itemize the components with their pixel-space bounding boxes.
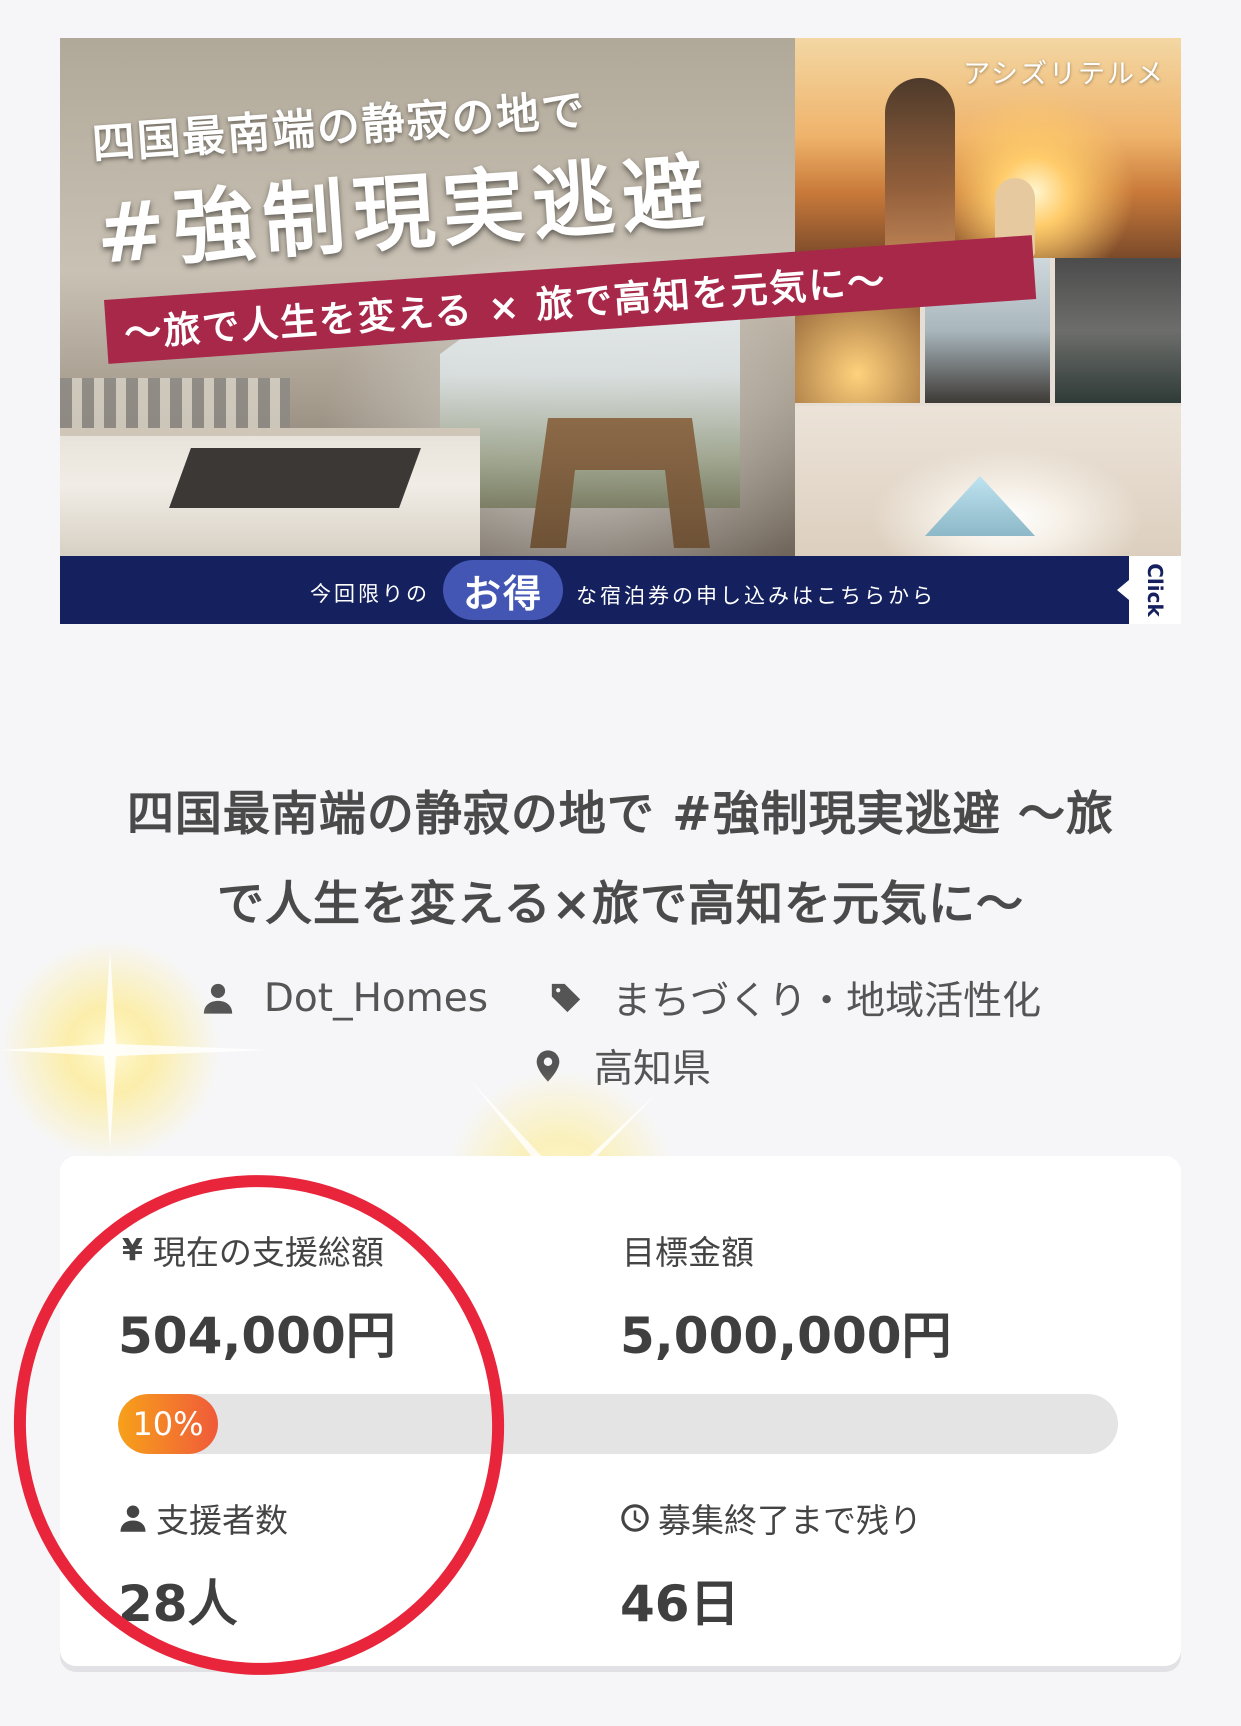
remaining-label-text: 募集終了まで残り <box>658 1501 922 1540</box>
remaining-label: 募集終了まで残り <box>620 1494 922 1542</box>
clock-icon <box>621 1504 649 1532</box>
tag-icon <box>548 980 584 1016</box>
category-name: まちづくり・地域活性化 <box>612 979 1042 1024</box>
goal-amount-label: 目標金額 <box>622 1233 754 1272</box>
cta-pre-text: 今回限りの <box>310 582 430 606</box>
click-label: Click <box>1143 563 1168 617</box>
remaining-value: 46日 <box>620 1575 740 1633</box>
project-title: 四国最南端の静寂の地で #強制現実逃避 〜旅 で人生を変える×旅で高知を元気に〜 <box>60 770 1181 950</box>
user-icon <box>120 1505 146 1532</box>
banner-container: アシズリテルメ 四国最南端の静寂の地で #強制現実逃避 〜旅で人生を変える × … <box>0 0 1241 700</box>
project-title-line2: で人生を変える×旅で高知を元気に〜 <box>217 877 1024 932</box>
banner-cta-bar[interactable]: 今回限りの お得 な宿泊券の申し込みはこちらから Click <box>60 556 1181 624</box>
progress-bar: 10% <box>118 1394 1118 1454</box>
owner-link[interactable]: Dot_Homes <box>200 976 488 1021</box>
current-amount-label: ¥ 現在の支援総額 <box>122 1226 384 1274</box>
click-tab[interactable]: Click <box>1117 556 1181 624</box>
project-meta-row: Dot_Homes まちづくり・地域活性化 <box>0 970 1241 1026</box>
supporters-label-text: 支援者数 <box>156 1501 288 1540</box>
cta-highlight: お得 <box>443 560 563 620</box>
banner-brand: アシズリテルメ <box>963 59 1165 90</box>
funding-stats-card: ¥ 現在の支援総額 504,000円 目標金額 5,000,000円 10% 支… <box>60 1156 1181 1666</box>
sunset-person <box>885 78 955 258</box>
project-title-line1: 四国最南端の静寂の地で #強制現実逃避 〜旅 <box>126 787 1115 842</box>
category-link[interactable]: まちづくり・地域活性化 <box>548 970 1041 1026</box>
promo-banner[interactable]: アシズリテルメ 四国最南端の静寂の地で #強制現実逃避 〜旅で人生を変える × … <box>60 38 1181 624</box>
bed-throw <box>169 448 421 508</box>
yen-icon: ¥ <box>122 1232 143 1268</box>
location-name: 高知県 <box>593 1047 711 1092</box>
current-amount-value: 504,000円 <box>118 1307 396 1365</box>
tent-interior-photo <box>795 406 1181 556</box>
lounge-photo <box>1055 258 1181 403</box>
project-location-row: 高知県 <box>0 1038 1241 1094</box>
tent-window <box>925 476 1035 536</box>
map-pin-icon <box>530 1048 566 1084</box>
cta-post-text: な宿泊券の申し込みはこちらから <box>576 584 936 608</box>
user-icon <box>200 980 236 1016</box>
supporters-label: 支援者数 <box>118 1494 288 1542</box>
progress-fill: 10% <box>118 1394 218 1454</box>
supporters-value: 28人 <box>118 1575 238 1633</box>
location-link[interactable]: 高知県 <box>530 1038 711 1094</box>
current-amount-label-text: 現在の支援総額 <box>152 1233 384 1272</box>
owner-name: Dot_Homes <box>263 975 489 1021</box>
goal-amount-value: 5,000,000円 <box>620 1307 952 1365</box>
